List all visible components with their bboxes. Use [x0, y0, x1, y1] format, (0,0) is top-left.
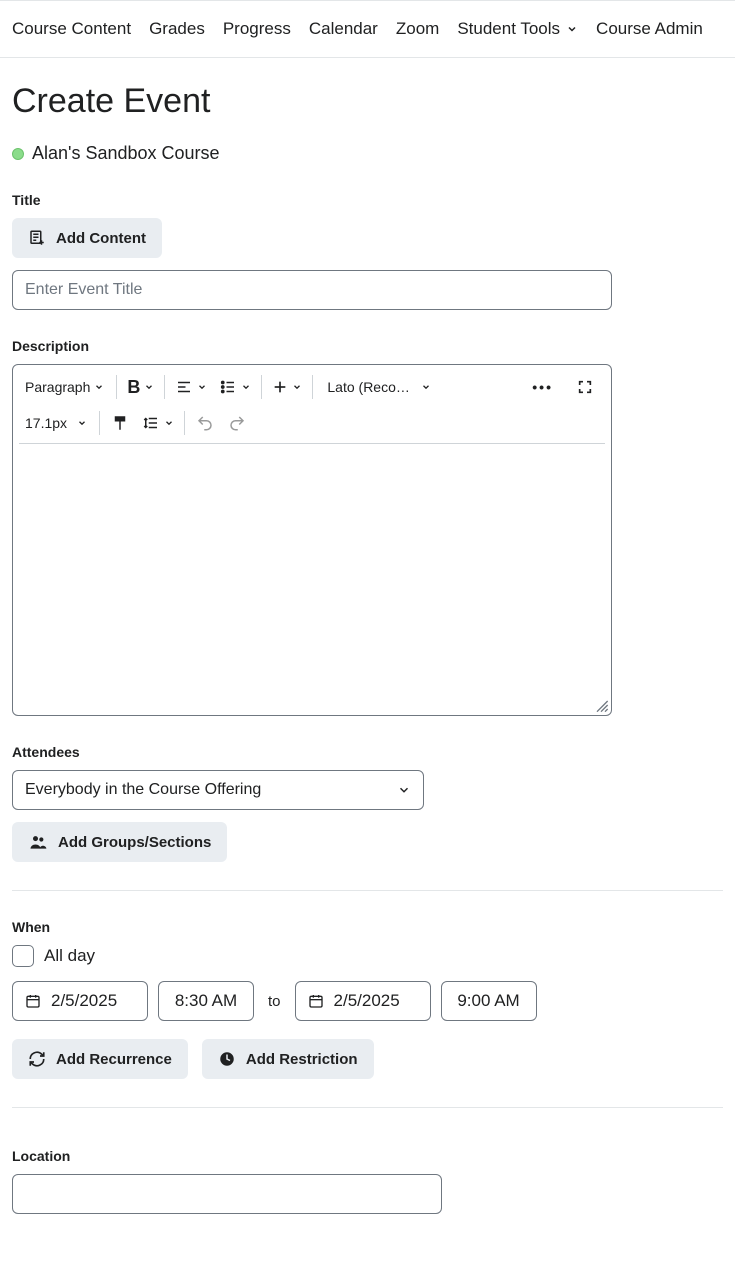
course-context: Alan's Sandbox Course — [12, 143, 723, 164]
end-date-input[interactable]: 2/5/2025 — [295, 981, 431, 1021]
to-label: to — [264, 993, 285, 1010]
all-day-label: All day — [44, 946, 95, 966]
undo-icon — [196, 414, 214, 432]
description-label: Description — [12, 338, 723, 354]
chevron-down-icon — [566, 23, 578, 35]
start-time-value: 8:30 AM — [175, 991, 237, 1011]
rte-block-format-select[interactable]: Paragraph — [15, 371, 112, 403]
groups-icon — [28, 832, 48, 852]
nav-student-tools-label: Student Tools — [457, 19, 560, 39]
end-date-value: 2/5/2025 — [334, 991, 400, 1011]
rte-redo-button[interactable] — [221, 407, 253, 439]
rte-font-size-value: 17.1px — [25, 415, 67, 431]
rte-font-family-select[interactable]: Lato (Recomme… — [317, 371, 439, 403]
rte-more-button[interactable]: ••• — [526, 371, 559, 403]
chevron-down-icon — [77, 418, 87, 428]
calendar-icon — [25, 993, 41, 1009]
rte-fullscreen-button[interactable] — [569, 371, 601, 403]
resize-handle-icon[interactable] — [593, 697, 609, 713]
start-time-input[interactable]: 8:30 AM — [158, 981, 254, 1021]
rte-block-format-value: Paragraph — [25, 379, 90, 395]
location-input[interactable] — [12, 1174, 442, 1214]
rte-toolbar: Paragraph B — [13, 365, 611, 441]
nav-course-admin[interactable]: Course Admin — [596, 19, 703, 39]
chevron-down-icon — [164, 418, 174, 428]
line-height-icon — [142, 414, 160, 432]
plus-icon — [272, 379, 288, 395]
nav-course-content[interactable]: Course Content — [12, 19, 131, 39]
nav-student-tools[interactable]: Student Tools — [457, 19, 578, 39]
nav-grades[interactable]: Grades — [149, 19, 205, 39]
rte-font-family-value: Lato (Recomme… — [327, 379, 417, 395]
add-groups-sections-button[interactable]: Add Groups/Sections — [12, 822, 227, 862]
start-date-value: 2/5/2025 — [51, 991, 117, 1011]
chevron-down-icon — [144, 382, 154, 392]
nav-progress[interactable]: Progress — [223, 19, 291, 39]
rich-text-editor: Paragraph B — [12, 364, 612, 716]
chevron-down-icon — [421, 382, 431, 392]
fullscreen-icon — [577, 379, 593, 395]
rte-font-size-select[interactable]: 17.1px — [15, 407, 95, 439]
end-time-value: 9:00 AM — [457, 991, 519, 1011]
add-restriction-label: Add Restriction — [246, 1051, 358, 1068]
section-divider — [12, 1107, 723, 1108]
when-label: When — [12, 919, 723, 935]
page-title: Create Event — [12, 82, 723, 121]
separator — [184, 411, 185, 435]
list-icon — [219, 378, 237, 396]
rte-line-height-button[interactable] — [136, 407, 180, 439]
add-groups-sections-label: Add Groups/Sections — [58, 834, 211, 851]
all-day-checkbox[interactable] — [12, 945, 34, 967]
end-time-input[interactable]: 9:00 AM — [441, 981, 537, 1021]
separator — [261, 375, 262, 399]
add-content-label: Add Content — [56, 230, 146, 247]
add-content-icon — [28, 229, 46, 247]
rte-align-button[interactable] — [169, 371, 213, 403]
attendees-label: Attendees — [12, 744, 723, 760]
top-nav: Course Content Grades Progress Calendar … — [0, 0, 735, 58]
rte-insert-button[interactable] — [266, 371, 308, 403]
chevron-down-icon — [397, 783, 411, 797]
rte-undo-button[interactable] — [189, 407, 221, 439]
chevron-down-icon — [292, 382, 302, 392]
redo-icon — [228, 414, 246, 432]
page-body: Create Event Alan's Sandbox Course Title… — [0, 58, 735, 1226]
add-recurrence-button[interactable]: Add Recurrence — [12, 1039, 188, 1079]
course-name: Alan's Sandbox Course — [32, 143, 220, 164]
align-left-icon — [175, 378, 193, 396]
recurrence-icon — [28, 1050, 46, 1068]
title-label: Title — [12, 192, 723, 208]
section-divider — [12, 890, 723, 891]
separator — [99, 411, 100, 435]
separator — [164, 375, 165, 399]
location-label: Location — [12, 1148, 723, 1164]
bold-icon: B — [127, 377, 140, 398]
chevron-down-icon — [241, 382, 251, 392]
separator — [312, 375, 313, 399]
rte-list-button[interactable] — [213, 371, 257, 403]
chevron-down-icon — [94, 382, 104, 392]
add-recurrence-label: Add Recurrence — [56, 1051, 172, 1068]
nav-zoom[interactable]: Zoom — [396, 19, 439, 39]
restriction-icon — [218, 1050, 236, 1068]
calendar-icon — [308, 993, 324, 1009]
attendees-select[interactable]: Everybody in the Course Offering — [12, 770, 424, 810]
add-content-button[interactable]: Add Content — [12, 218, 162, 258]
start-date-input[interactable]: 2/5/2025 — [12, 981, 148, 1021]
event-title-input[interactable] — [12, 270, 612, 310]
chevron-down-icon — [197, 382, 207, 392]
status-dot-icon — [12, 148, 24, 160]
ellipsis-icon: ••• — [532, 379, 553, 395]
attendees-selected-value: Everybody in the Course Offering — [25, 781, 261, 799]
rte-bold-button[interactable]: B — [121, 371, 160, 403]
rte-content-area[interactable] — [13, 444, 611, 714]
add-restriction-button[interactable]: Add Restriction — [202, 1039, 374, 1079]
rte-format-painter-button[interactable] — [104, 407, 136, 439]
nav-calendar[interactable]: Calendar — [309, 19, 378, 39]
separator — [116, 375, 117, 399]
format-painter-icon — [111, 414, 129, 432]
